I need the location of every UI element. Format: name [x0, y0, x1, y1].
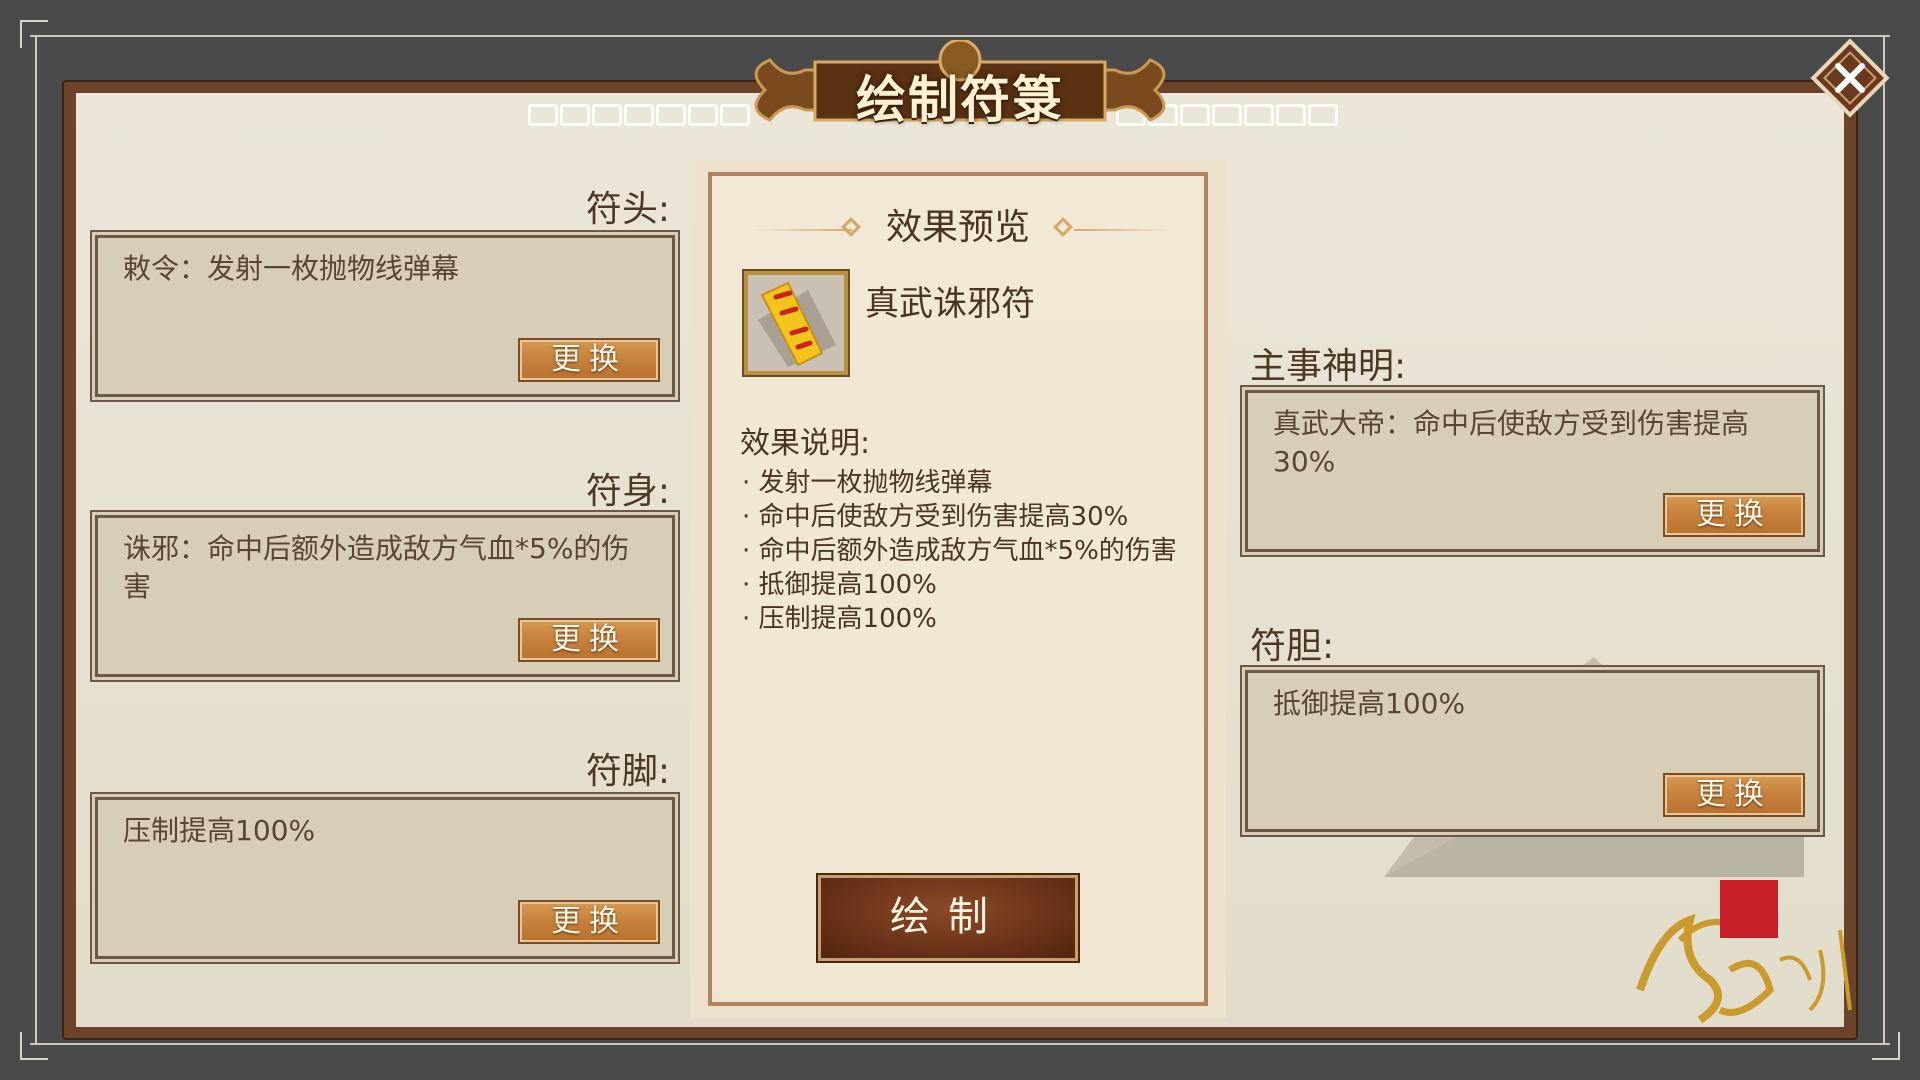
slot-deity: 真武大帝：命中后使敌方受到伤害提高30% 更换 — [1245, 390, 1820, 552]
slot-body: 诛邪：命中后额外造成敌方气血*5%的伤害 更换 — [95, 515, 675, 677]
swap-button-head[interactable]: 更换 — [518, 338, 660, 382]
talisman-picture — [758, 281, 836, 367]
swap-button-core[interactable]: 更换 — [1663, 773, 1805, 817]
slot-head: 敕令：发射一枚抛物线弹幕 更换 — [95, 235, 675, 397]
outer-border-right — [1883, 35, 1885, 1045]
slot-head-text: 敕令：发射一枚抛物线弹幕 — [123, 252, 460, 285]
corner-ornament — [20, 1032, 48, 1060]
swap-button-deity[interactable]: 更换 — [1663, 493, 1805, 537]
slot-core-text: 抵御提高100% — [1273, 687, 1466, 720]
slot-label-deity: 主事神明: — [1250, 346, 1407, 387]
slot-label-core: 符胆: — [1250, 626, 1335, 667]
effect-list: 发射一枚抛物线弹幕 命中后使敌方受到伤害提高30% 命中后额外造成敌方气血*5%… — [742, 466, 1177, 636]
effect-item: 发射一枚抛物线弹幕 — [742, 466, 1177, 500]
slot-core: 抵御提高100% 更换 — [1245, 670, 1820, 832]
outer-border-left — [35, 35, 37, 1045]
slot-label-foot: 符脚: — [585, 751, 670, 792]
effect-heading: 效果说明: — [740, 426, 871, 461]
talisman-icon — [744, 271, 848, 375]
slot-foot: 压制提高100% 更换 — [95, 797, 675, 959]
slot-deity-text: 真武大帝：命中后使敌方受到伤害提高30% — [1273, 407, 1750, 478]
draw-button[interactable]: 绘制 — [818, 875, 1078, 961]
corner-ornament — [20, 20, 48, 48]
outer-border-top — [30, 35, 1890, 37]
talisman-name: 真武诛邪符 — [865, 284, 1035, 324]
meander-decoration-left — [528, 104, 750, 130]
title-plaque: 绘制符箓 — [745, 40, 1175, 140]
effect-item: 命中后额外造成敌方气血*5%的伤害 — [742, 534, 1177, 568]
close-icon — [1810, 38, 1890, 118]
outer-border-bottom — [30, 1043, 1890, 1045]
preview-title: 效果预览 — [885, 207, 1030, 248]
seal-stamp — [1720, 880, 1778, 938]
title-divider-right — [1074, 229, 1174, 231]
slot-foot-text: 压制提高100% — [123, 814, 316, 847]
swap-button-foot[interactable]: 更换 — [518, 900, 660, 944]
effect-item: 抵御提高100% — [742, 568, 1177, 602]
close-button[interactable] — [1810, 38, 1890, 118]
corner-ornament — [1872, 1032, 1900, 1060]
slot-label-head: 符头: — [585, 189, 670, 230]
page-title: 绘制符箓 — [856, 71, 1064, 129]
swap-button-body[interactable]: 更换 — [518, 618, 660, 662]
slot-label-body: 符身: — [585, 471, 670, 512]
slot-body-text: 诛邪：命中后额外造成敌方气血*5%的伤害 — [123, 532, 630, 603]
effect-item: 命中后使敌方受到伤害提高30% — [742, 500, 1177, 534]
effect-item: 压制提高100% — [742, 602, 1177, 636]
